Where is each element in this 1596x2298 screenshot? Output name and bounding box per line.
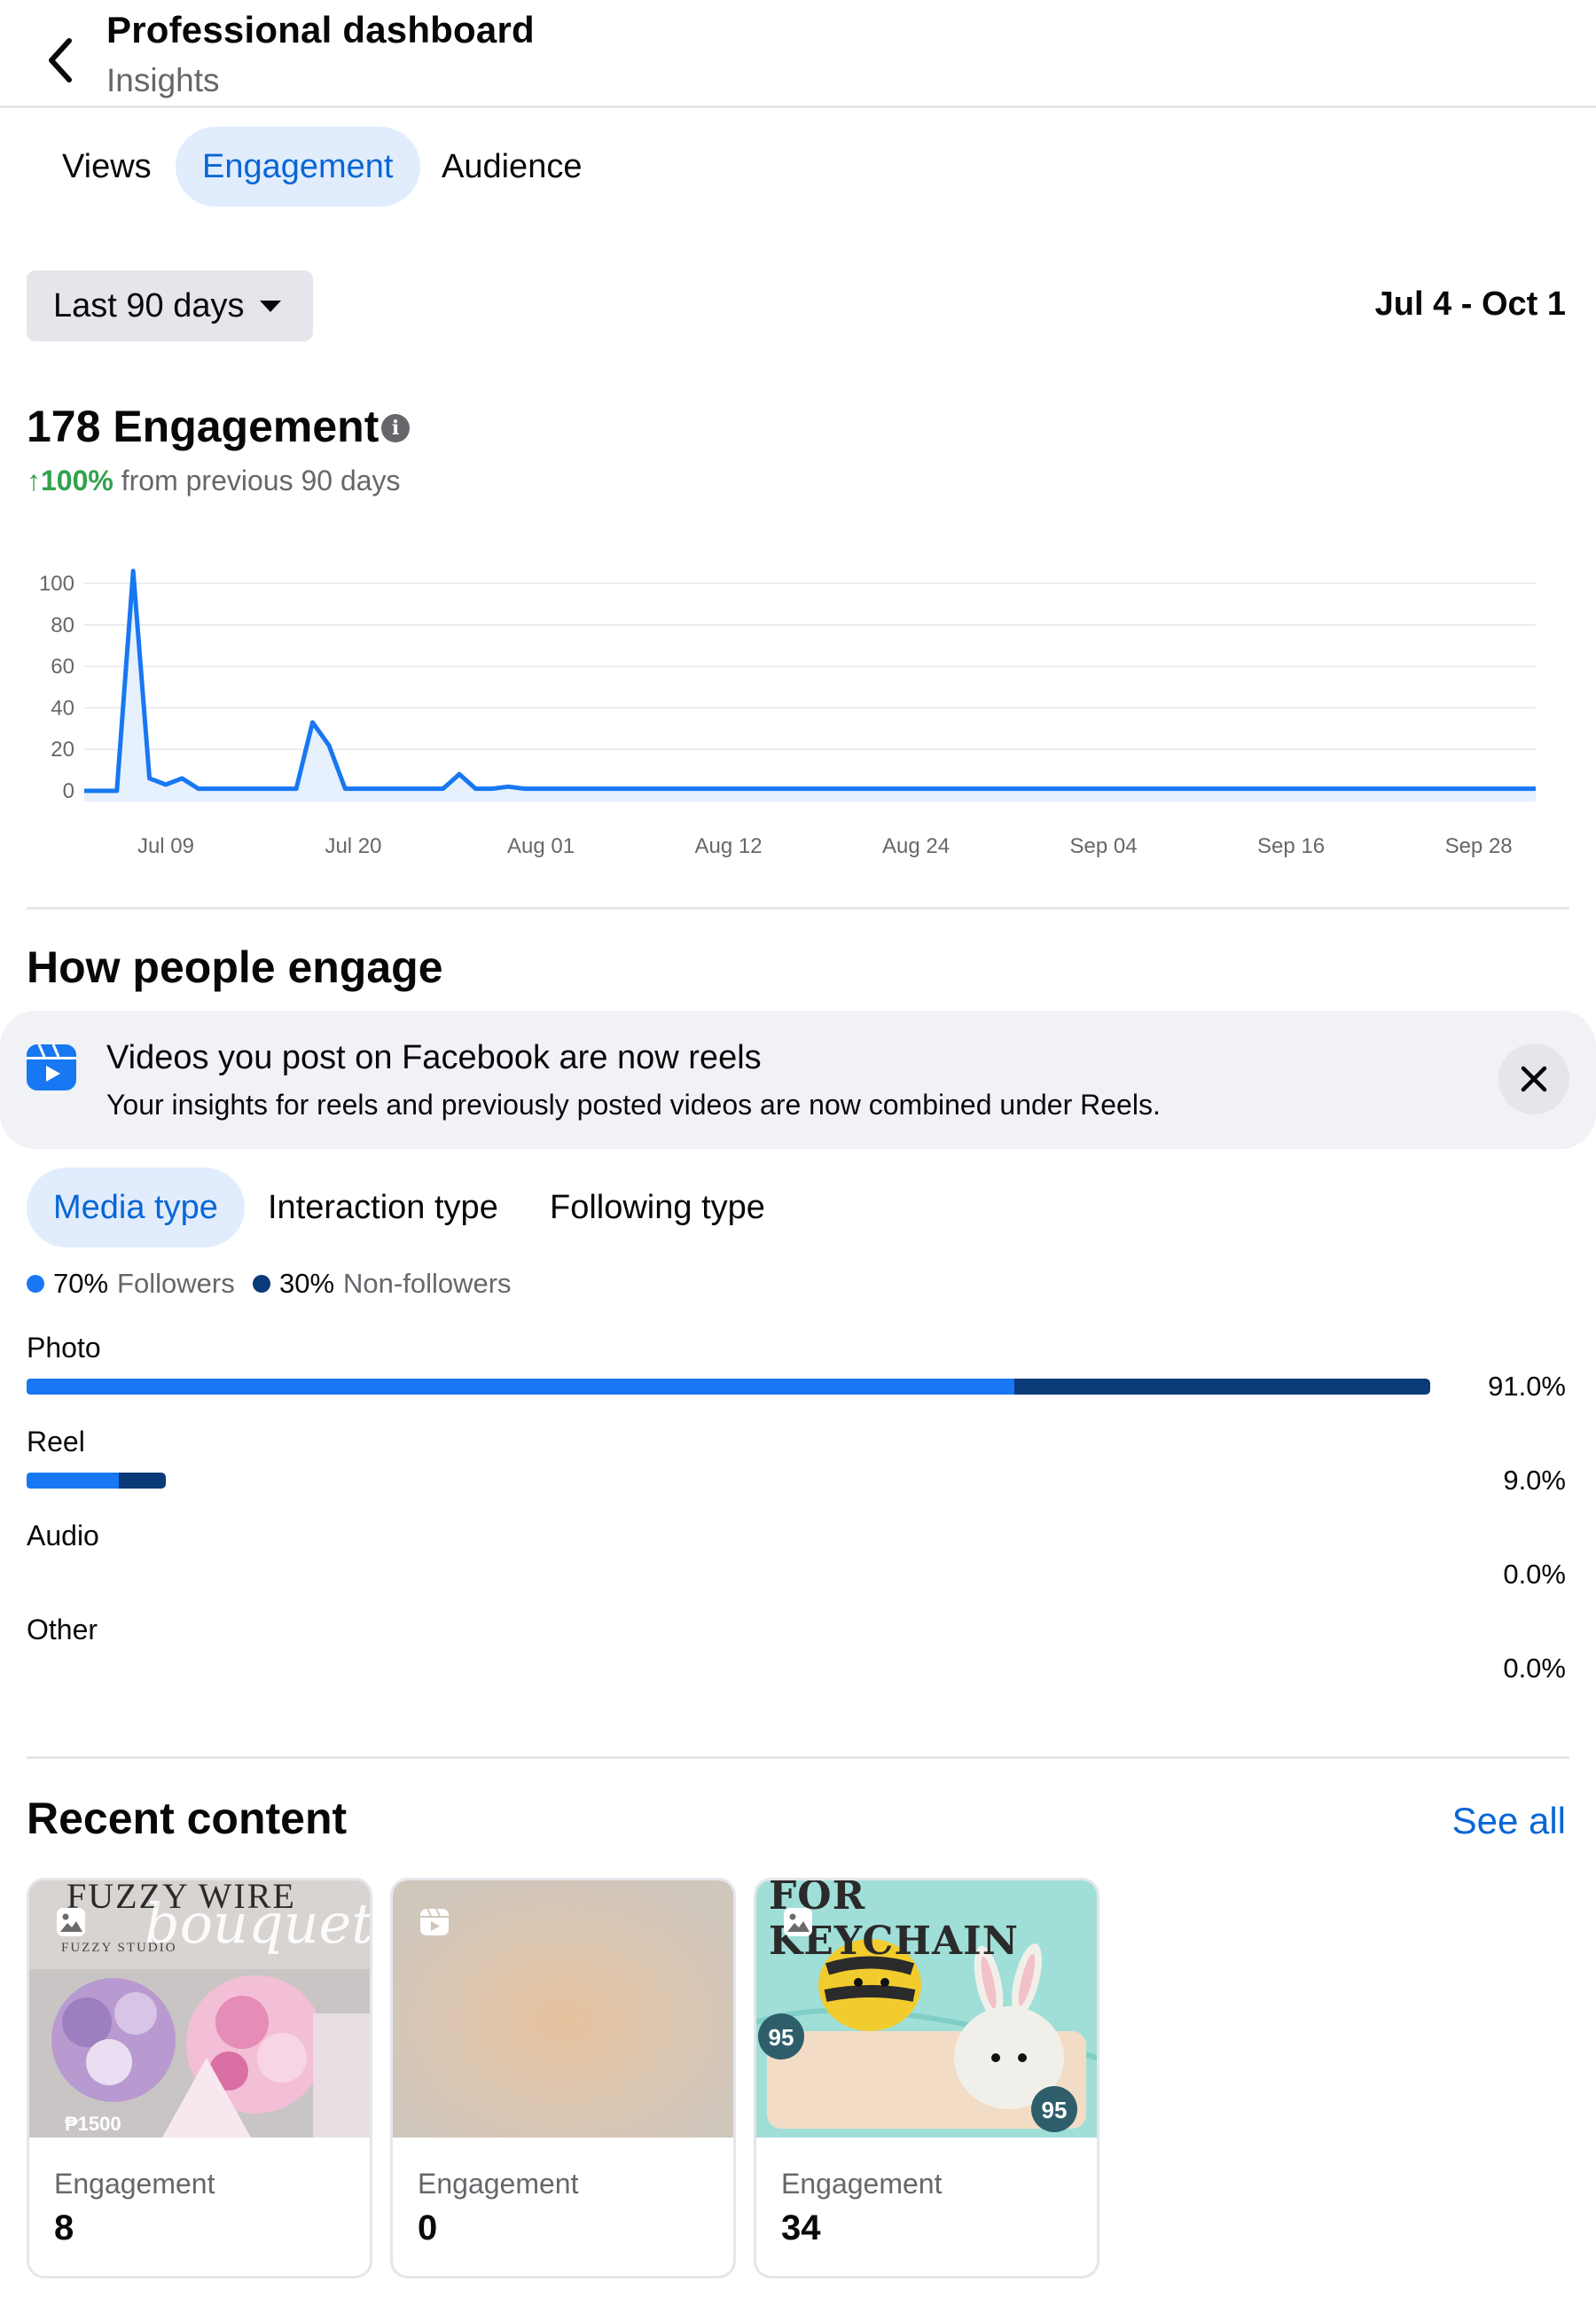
content-engagement-label: Engagement: [54, 2168, 215, 2200]
bar-label-reel: Reel: [27, 1426, 85, 1458]
chevron-left-icon: [49, 38, 72, 82]
content-engagement-label: Engagement: [781, 2168, 943, 2200]
legend-followers: 70% Followers: [27, 1268, 235, 1300]
engagement-total: 178 Engagement: [27, 402, 379, 451]
bar-reel: [27, 1473, 166, 1489]
close-notice-button[interactable]: [1498, 1043, 1569, 1114]
content-engagement-label: Engagement: [418, 2168, 579, 2200]
chart-x-tick-label: Aug 01: [507, 834, 575, 858]
tab-views[interactable]: Views: [35, 127, 178, 207]
content-card[interactable]: FUZZY WIRE bouquet FUZZY STUDIO ₱1500 En…: [27, 1878, 372, 2278]
photo-icon: [784, 1908, 812, 1936]
app-header: Professional dashboard Insights: [0, 0, 1596, 108]
reels-notice: Videos you post on Facebook are now reel…: [0, 1011, 1596, 1149]
close-icon: [1521, 1066, 1547, 1092]
chart-y-tick-label: 80: [51, 614, 74, 637]
bar-label-audio: Audio: [27, 1520, 99, 1552]
section-divider: [27, 1756, 1569, 1759]
thumb-text: FUZZY STUDIO: [61, 1941, 177, 1955]
content-card[interactable]: Engagement 0: [390, 1878, 736, 2278]
chart-y-tick-label: 0: [63, 779, 74, 803]
bar-segment-followers: [27, 1379, 1014, 1395]
section-divider: [27, 907, 1569, 910]
chart-x-tick-label: Sep 28: [1445, 834, 1513, 858]
notice-body: Your insights for reels and previously p…: [106, 1089, 1161, 1121]
legend-percent: 70%: [53, 1268, 109, 1299]
date-range-dropdown[interactable]: Last 90 days: [27, 270, 313, 341]
content-thumbnail: FUZZY WIRE bouquet FUZZY STUDIO ₱1500: [29, 1880, 370, 2138]
bar-label-photo: Photo: [27, 1332, 101, 1364]
chart-y-tick-label: 100: [39, 572, 74, 596]
engagement-chart: 100 80 60 40 20 0 Jul 09 Jul 20 Aug 01 Aug 12 Aug …: [39, 568, 1537, 858]
info-icon[interactable]: i: [381, 414, 410, 442]
legend-percent: 30%: [279, 1268, 335, 1299]
back-button[interactable]: [34, 25, 87, 96]
bar-label-other: Other: [27, 1614, 98, 1645]
reel-icon: [420, 1908, 449, 1935]
chart-x-tick-label: Sep 04: [1070, 834, 1138, 858]
price-badge: 95: [768, 2024, 794, 2051]
change-percent: 100%: [41, 465, 113, 496]
photo-icon: [57, 1908, 85, 1936]
legend-label: Followers: [117, 1268, 235, 1299]
change-arrow: ↑: [27, 465, 41, 496]
thumb-text: bouquet: [145, 1891, 370, 1956]
page-title: Professional dashboard: [106, 9, 535, 51]
change-text: from previous 90 days: [113, 465, 401, 496]
date-range-dropdown-label: Last 90 days: [53, 287, 245, 324]
tab-engagement[interactable]: Engagement: [176, 127, 420, 207]
chart-y-tick-label: 40: [51, 696, 74, 720]
tab-audience[interactable]: Audience: [415, 127, 608, 207]
bar-percent-photo: 91.0%: [1488, 1371, 1566, 1402]
content-thumbnail: FOR KEYCHAIN 95 95: [756, 1880, 1097, 2138]
see-all-link[interactable]: See all: [1452, 1800, 1566, 1842]
page-subtitle: Insights: [106, 62, 220, 98]
subtab-following-type[interactable]: Following type: [523, 1168, 792, 1247]
bar-segment-followers: [27, 1473, 120, 1489]
thumb-text: FOR KEYCHAIN: [769, 1880, 1019, 1964]
content-engagement-value: 34: [781, 2208, 821, 2247]
bar-segment-non-followers: [1013, 1379, 1431, 1395]
legend-dot: [253, 1275, 270, 1293]
caret-down-icon: [260, 301, 281, 312]
subtab-interaction-type[interactable]: Interaction type: [241, 1168, 525, 1247]
notice-title: Videos you post on Facebook are now reel…: [106, 1039, 762, 1076]
chart-x-tick-label: Sep 16: [1257, 834, 1325, 858]
chart-x-tick-label: Jul 20: [325, 834, 381, 858]
legend-dot: [27, 1275, 44, 1293]
how-people-engage-title: How people engage: [27, 942, 443, 992]
bar-percent-audio: 0.0%: [1503, 1559, 1566, 1590]
recent-content-title: Recent content: [27, 1794, 348, 1843]
bar-percent-reel: 9.0%: [1503, 1465, 1566, 1496]
legend-non-followers: 30% Non-followers: [253, 1268, 512, 1300]
chart-x-tick-label: Aug 12: [694, 834, 762, 858]
thumb-price: ₱1500: [65, 2113, 121, 2135]
price-badge: 95: [1041, 2097, 1068, 2123]
date-range-text: Jul 4 - Oct 1: [1374, 285, 1566, 323]
bar-segment-non-followers: [119, 1473, 166, 1489]
chart-y-tick-label: 60: [51, 655, 74, 679]
chart-y-tick-label: 20: [51, 738, 74, 762]
content-engagement-value: 8: [54, 2208, 74, 2247]
subtab-media-type[interactable]: Media type: [27, 1168, 245, 1247]
engagement-change: ↑100% from previous 90 days: [27, 465, 401, 497]
reels-icon: [27, 1043, 76, 1090]
content-thumbnail: [393, 1880, 733, 2138]
content-engagement-value: 0: [418, 2208, 438, 2247]
content-card[interactable]: FOR KEYCHAIN 95 95 Engagement 34: [754, 1878, 1099, 2278]
legend-label: Non-followers: [343, 1268, 512, 1299]
chart-x-tick-label: Aug 24: [882, 834, 950, 858]
bar-percent-other: 0.0%: [1503, 1653, 1566, 1684]
bar-photo: [27, 1379, 1431, 1395]
chart-x-tick-label: Jul 09: [137, 834, 194, 858]
chart-series-line: [84, 568, 1536, 793]
